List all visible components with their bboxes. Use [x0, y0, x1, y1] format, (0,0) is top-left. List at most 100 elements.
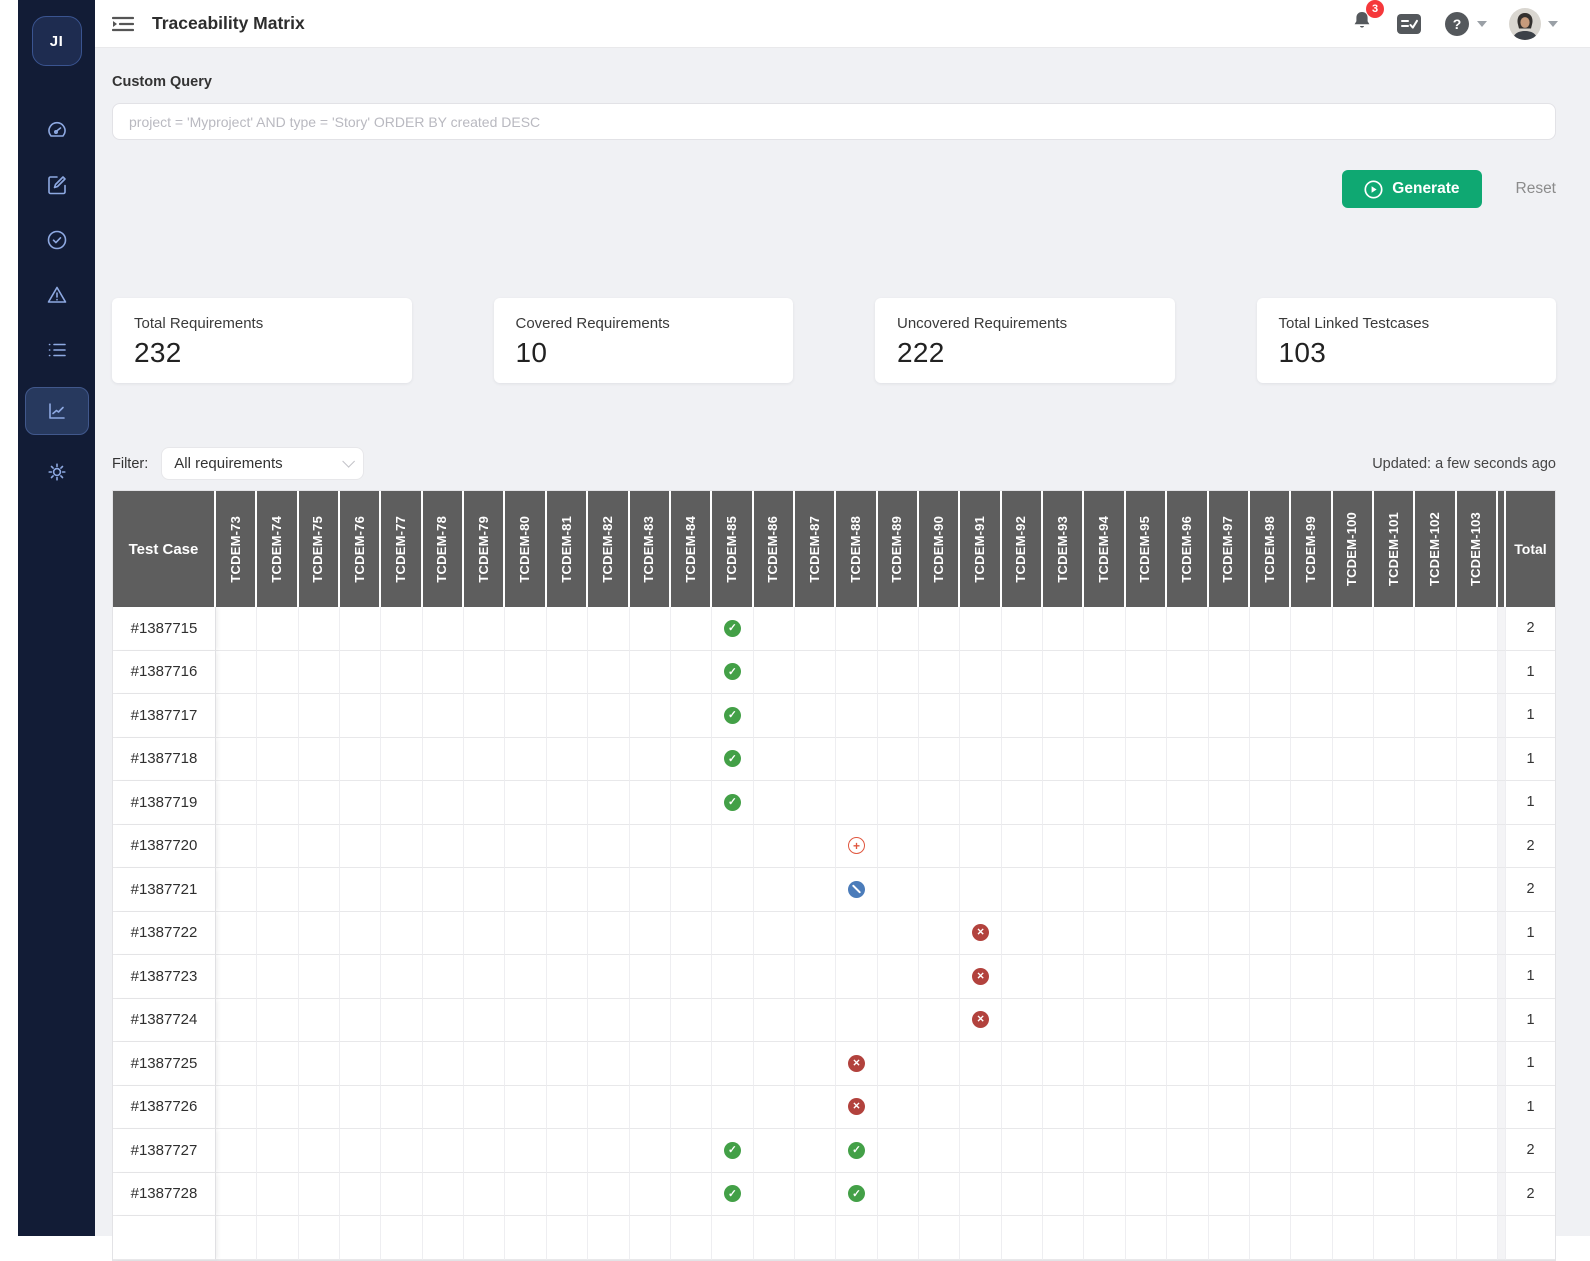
sidebar-item-list[interactable]	[36, 332, 78, 368]
requirement-column-header[interactable]: TCDEM-89	[877, 491, 920, 607]
requirement-column-header[interactable]: TCDEM-79	[464, 491, 506, 607]
requirement-column-header[interactable]: TCDEM-73	[216, 491, 258, 607]
testcase-row-label[interactable]: #1387718	[113, 737, 216, 781]
requirement-column-header[interactable]: TCDEM-99	[1291, 491, 1333, 607]
status-passed-icon[interactable]: ✓	[847, 1185, 865, 1203]
testcase-row-label[interactable]: #1387724	[113, 998, 216, 1042]
requirement-column-header[interactable]: TCDEM-92	[1001, 491, 1044, 607]
matrix-cell	[340, 650, 382, 694]
requirement-column-header[interactable]: TCDEM-94	[1084, 491, 1126, 607]
matrix-cell[interactable]: ✓	[712, 1172, 754, 1216]
requirement-column-header[interactable]: TCDEM-88	[836, 491, 878, 607]
test-runs-button[interactable]	[1396, 12, 1422, 36]
requirement-column-header[interactable]: TCDEM-76	[340, 491, 382, 607]
status-failed-icon[interactable]: ✕	[972, 1011, 990, 1029]
status-failed-icon[interactable]: ✕	[972, 924, 990, 942]
status-passed-icon[interactable]: ✓	[723, 793, 741, 811]
help-menu[interactable]: ?	[1444, 11, 1487, 37]
requirement-column-header[interactable]: TCDEM-100	[1332, 491, 1374, 607]
sidebar-item-testcases[interactable]	[36, 222, 78, 258]
user-menu[interactable]	[1509, 7, 1558, 40]
status-failed-icon[interactable]: ✕	[972, 967, 990, 985]
matrix-cell	[422, 911, 465, 955]
app-logo[interactable]: JI	[31, 16, 82, 66]
matrix-cell[interactable]: ✕	[836, 1042, 878, 1086]
testcase-row-label[interactable]: #1387723	[113, 955, 216, 999]
requirement-column-header[interactable]: TCDEM-84	[670, 491, 713, 607]
status-failed-icon[interactable]: ✕	[847, 1054, 865, 1072]
status-passed-icon[interactable]: ✓	[723, 706, 741, 724]
requirement-column-header[interactable]: TCDEM-87	[794, 491, 837, 607]
matrix-cell[interactable]: ✓	[712, 607, 754, 651]
matrix-cell	[836, 998, 878, 1042]
requirement-column-header[interactable]: TCDEM-91	[960, 491, 1002, 607]
testcase-row-label[interactable]: #1387716	[113, 650, 216, 694]
testcase-row-label[interactable]: #1387720	[113, 824, 216, 868]
sidebar-item-defects[interactable]	[36, 277, 78, 313]
status-passed-icon[interactable]: ✓	[723, 619, 741, 637]
requirement-column-header[interactable]: TCDEM-98	[1249, 491, 1292, 607]
requirement-column-header[interactable]: TCDEM-77	[381, 491, 423, 607]
matrix-cell[interactable]: ✓	[712, 781, 754, 825]
matrix-cell	[298, 1129, 341, 1173]
testcase-row-label[interactable]: #1387722	[113, 911, 216, 955]
matrix-cell[interactable]: +	[836, 824, 878, 868]
status-passed-icon[interactable]: ✓	[723, 750, 741, 768]
matrix-cell[interactable]	[836, 868, 878, 912]
requirement-column-header[interactable]: TCDEM-75	[298, 491, 341, 607]
sidebar-item-reports[interactable]	[24, 387, 89, 435]
status-notrun-icon[interactable]	[847, 880, 865, 898]
status-passed-icon[interactable]: ✓	[723, 1185, 741, 1203]
testcase-row-label[interactable]: #1387721	[113, 868, 216, 912]
matrix-cell[interactable]: ✕	[836, 1085, 878, 1129]
testcase-row-label[interactable]: #1387719	[113, 781, 216, 825]
status-passed-icon[interactable]: ✓	[723, 1141, 741, 1159]
requirement-column-header[interactable]: TCDEM-82	[588, 491, 630, 607]
status-inprogress-icon[interactable]: +	[847, 837, 865, 855]
testcase-row-label[interactable]: #1387727	[113, 1129, 216, 1173]
requirement-column-header[interactable]: TCDEM-83	[629, 491, 671, 607]
requirement-column-header[interactable]: TCDEM-78	[422, 491, 465, 607]
requirement-column-header[interactable]: TCDEM-97	[1208, 491, 1250, 607]
requirement-column-header[interactable]: TCDEM-101	[1373, 491, 1416, 607]
matrix-cell	[1291, 607, 1333, 651]
requirement-column-header[interactable]: TCDEM-90	[919, 491, 961, 607]
matrix-cell[interactable]: ✓	[712, 1129, 754, 1173]
custom-query-input[interactable]	[112, 103, 1556, 140]
matrix-cell[interactable]: ✓	[712, 694, 754, 738]
menu-unfold-icon[interactable]	[112, 15, 134, 33]
testcase-row-label[interactable]: #1387728	[113, 1172, 216, 1216]
matrix-cell[interactable]: ✕	[960, 911, 1002, 955]
sidebar-item-dashboard[interactable]	[36, 112, 78, 148]
requirement-column-header[interactable]: TCDEM-103	[1456, 491, 1498, 607]
matrix-cell[interactable]: ✓	[712, 737, 754, 781]
sidebar-item-settings[interactable]	[36, 454, 78, 490]
requirements-filter-select[interactable]: All requirements	[161, 447, 365, 480]
notifications-button[interactable]: 3	[1350, 0, 1384, 39]
requirement-column-header[interactable]: TCDEM-95	[1125, 491, 1168, 607]
matrix-cell[interactable]: ✕	[960, 998, 1002, 1042]
requirement-column-header[interactable]: TCDEM-102	[1415, 491, 1457, 607]
testcase-row-label[interactable]: #1387725	[113, 1042, 216, 1086]
status-failed-icon[interactable]: ✕	[847, 1098, 865, 1116]
testcase-row-label[interactable]: #1387715	[113, 607, 216, 651]
matrix-cell	[422, 737, 465, 781]
requirement-column-header[interactable]: TCDEM-85	[712, 491, 754, 607]
reset-button[interactable]: Reset	[1516, 180, 1557, 198]
matrix-cell[interactable]: ✓	[836, 1129, 878, 1173]
status-passed-icon[interactable]: ✓	[847, 1141, 865, 1159]
requirement-column-header[interactable]: TCDEM-81	[546, 491, 589, 607]
testcase-row-label[interactable]: #1387726	[113, 1085, 216, 1129]
requirement-column-header[interactable]: TCDEM-80	[505, 491, 547, 607]
status-passed-icon[interactable]: ✓	[723, 663, 741, 681]
matrix-cell[interactable]: ✓	[712, 650, 754, 694]
sidebar-item-create[interactable]	[36, 167, 78, 203]
testcase-row-label[interactable]: #1387717	[113, 694, 216, 738]
generate-button[interactable]: Generate	[1342, 170, 1482, 208]
requirement-column-header[interactable]: TCDEM-93	[1043, 491, 1085, 607]
matrix-cell[interactable]: ✓	[836, 1172, 878, 1216]
requirement-column-header[interactable]: TCDEM-74	[257, 491, 299, 607]
matrix-cell[interactable]: ✕	[960, 955, 1002, 999]
requirement-column-header[interactable]: TCDEM-96	[1167, 491, 1209, 607]
requirement-column-header[interactable]: TCDEM-86	[753, 491, 795, 607]
